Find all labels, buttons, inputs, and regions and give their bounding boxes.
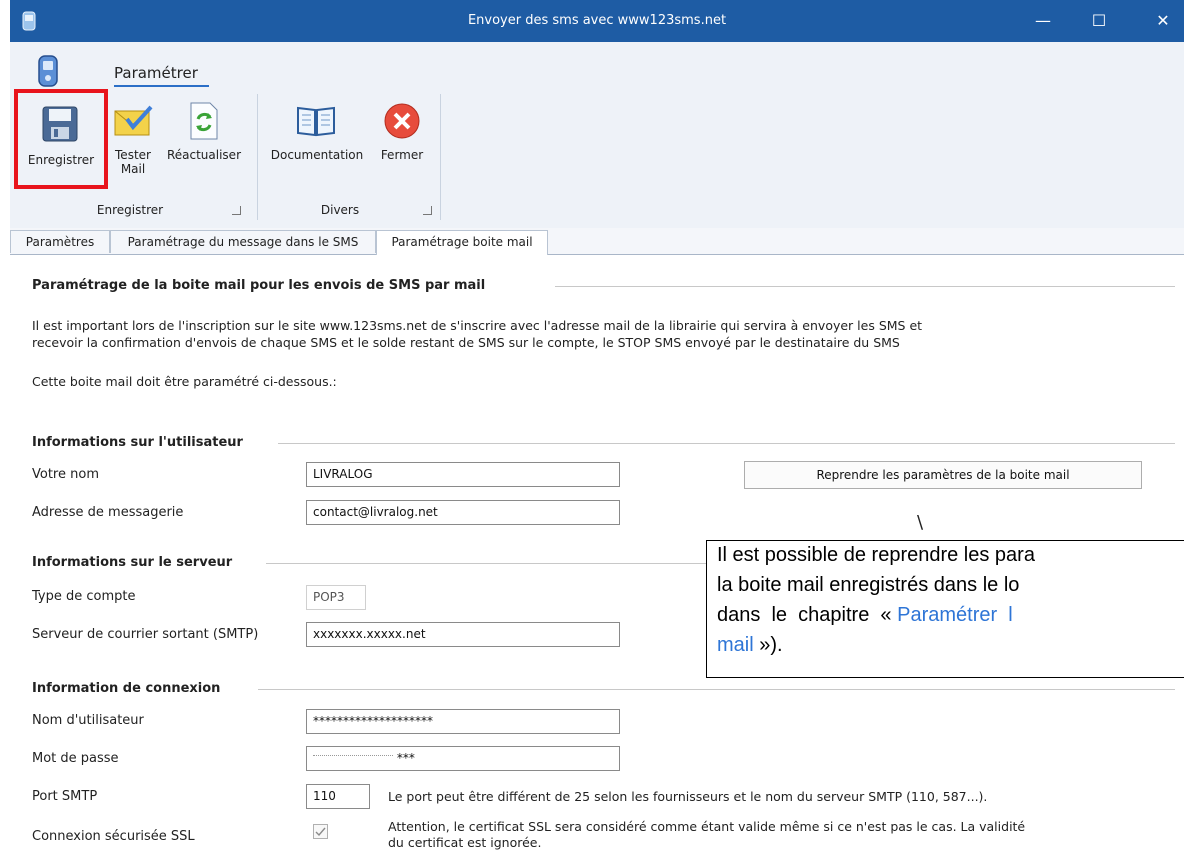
intro-line-3: Cette boite mail doit être paramétré ci-… — [32, 374, 337, 389]
group-enregistrer-label: Enregistrer — [96, 203, 164, 217]
username-field[interactable]: ******************** — [306, 709, 620, 734]
refresh-icon — [188, 101, 220, 145]
window-title: Envoyer des sms avec www123sms.net — [467, 13, 727, 28]
tab-message-sms[interactable]: Paramétrage du message dans le SMS — [110, 230, 376, 253]
refresh-label: Réactualiser — [166, 148, 242, 162]
callout-line-1: Il est possible de reprendre les para — [717, 544, 1035, 566]
maximize-button[interactable]: ☐ — [1078, 0, 1120, 42]
refresh-button[interactable]: Réactualiser — [160, 93, 248, 185]
group-divers-launcher-icon[interactable] — [423, 206, 432, 215]
ssl-checkbox[interactable] — [313, 824, 328, 839]
section-user-title: Informations sur l'utilisateur — [32, 435, 243, 450]
label-username: Nom d'utilisateur — [32, 713, 144, 728]
name-field[interactable]: LIVRALOG — [306, 462, 620, 487]
tab-strip: Paramètres Paramétrage du message dans l… — [10, 228, 1184, 255]
smtp-server-field[interactable]: xxxxxxx.xxxxx.net — [306, 622, 620, 647]
callout-box: Il est possible de reprendre les para la… — [706, 540, 1184, 678]
section-server-title: Informations sur le serveur — [32, 555, 233, 570]
label-ssl: Connexion sécurisée SSL — [32, 829, 195, 844]
ribbon-tab-underline — [114, 85, 209, 87]
save-button[interactable]: Enregistrer — [14, 89, 108, 189]
ribbon-group-separator — [440, 94, 441, 220]
section-connexion-rule — [258, 689, 1175, 690]
documentation-label: Documentation — [270, 148, 364, 162]
password-field[interactable]: *** — [306, 746, 620, 771]
label-smtp-server: Serveur de courrier sortant (SMTP) — [32, 627, 259, 642]
save-button-label: Enregistrer — [27, 153, 95, 167]
callout-link-parametrer[interactable]: Paramétrer l — [897, 604, 1013, 626]
group-divers-label: Divers — [320, 203, 360, 217]
callout-link-mail[interactable]: mail — [717, 634, 754, 656]
minimize-button[interactable]: — — [1022, 0, 1064, 42]
port-note: Le port peut être différent de 25 selon … — [388, 789, 988, 804]
callout-line-4-text: »). — [753, 634, 783, 656]
heading-rule — [555, 286, 1175, 287]
callout-connector: \ — [917, 512, 924, 533]
label-votre-nom: Votre nom — [32, 467, 99, 482]
section-heading: Paramétrage de la boite mail pour les en… — [32, 278, 486, 293]
save-icon — [41, 105, 79, 147]
label-adresse: Adresse de messagerie — [32, 505, 184, 520]
test-mail-label-2: Mail — [120, 162, 146, 176]
label-type-compte: Type de compte — [32, 589, 136, 604]
documentation-button[interactable]: Documentation — [262, 93, 372, 185]
close-button[interactable]: Fermer — [372, 93, 432, 185]
ribbon-group-separator — [257, 94, 258, 220]
group-enregistrer-launcher-icon[interactable] — [232, 206, 241, 215]
close-window-button[interactable]: ✕ — [1142, 0, 1184, 42]
password-value: *** — [396, 751, 415, 765]
port-field[interactable]: 110 — [306, 784, 370, 809]
ribbon-app-icon — [36, 54, 60, 88]
section-connexion-title: Information de connexion — [32, 681, 221, 696]
callout-line-3: dans le chapitre « Paramétrer l — [717, 604, 1013, 627]
account-type-field: POP3 — [306, 585, 366, 610]
mail-check-icon — [113, 103, 153, 143]
ribbon-tab-parametrer[interactable]: Paramétrer — [114, 64, 198, 82]
reprendre-parametres-button[interactable]: Reprendre les paramètres de la boite mai… — [744, 461, 1142, 489]
ssl-note-line-1: Attention, le certificat SSL sera consid… — [388, 819, 1026, 834]
intro-line-2: recevoir la confirmation d'envois de cha… — [32, 335, 900, 350]
password-mask-dots — [313, 747, 393, 756]
callout-line-2: la boite mail enregistrés dans le lo — [717, 574, 1020, 596]
test-mail-button[interactable]: Tester Mail — [110, 93, 156, 185]
section-server-rule — [266, 563, 706, 564]
intro-line-1: Il est important lors de l'inscription s… — [32, 318, 923, 333]
email-field[interactable]: contact@livralog.net — [306, 500, 620, 525]
callout-line-3-text: dans le chapitre « — [717, 604, 898, 626]
title-bar: Envoyer des sms avec www123sms.net — ☐ ✕ — [10, 0, 1184, 42]
section-user-rule — [278, 443, 1175, 444]
tab-parametres[interactable]: Paramètres — [10, 230, 110, 253]
close-icon — [383, 102, 421, 144]
callout-line-4: mail »). — [717, 634, 783, 657]
test-mail-label-1: Tester — [115, 148, 151, 162]
label-password: Mot de passe — [32, 751, 119, 766]
check-icon — [315, 827, 326, 837]
label-port: Port SMTP — [32, 789, 98, 804]
close-label: Fermer — [380, 148, 424, 162]
tab-boite-mail[interactable]: Paramétrage boite mail — [376, 230, 548, 255]
ribbon: Paramétrer Enregistrer Tester Mail Réact… — [10, 42, 1184, 229]
ssl-note-line-2: du certificat est ignorée. — [388, 835, 542, 850]
book-icon — [296, 105, 336, 141]
